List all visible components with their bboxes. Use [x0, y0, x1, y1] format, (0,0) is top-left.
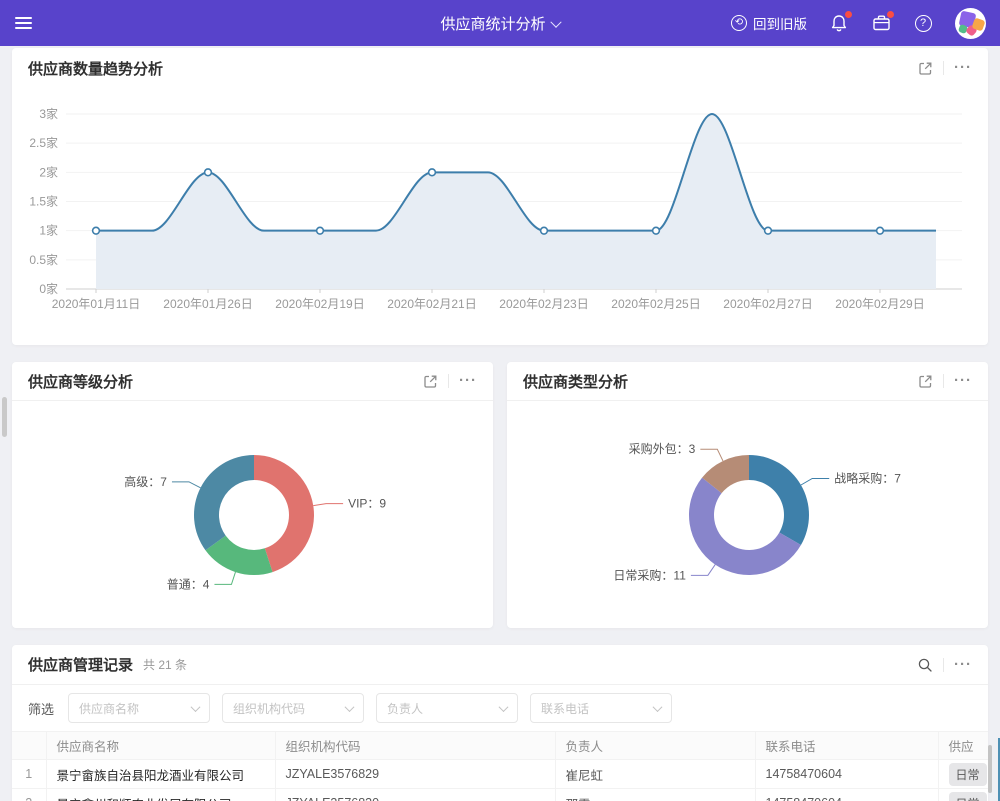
svg-text:0家: 0家 — [39, 281, 58, 296]
svg-text:采购外包：3: 采购外包：3 — [629, 441, 696, 456]
supplier-level-donut-chart[interactable]: VIP：9 普通：4 高级：7 — [12, 401, 493, 627]
supplier-table: 供应商名称 组织机构代码 负责人 联系电话 供应 1 景宁畲族自治县阳龙酒业有限… — [12, 731, 988, 801]
cell-org-code: JZYALE3576829 — [275, 760, 555, 789]
type-card-title: 供应商类型分析 — [523, 371, 628, 392]
chevron-down-icon — [191, 702, 201, 712]
filter-placeholder: 组织机构代码 — [233, 700, 346, 717]
notifications-button[interactable] — [829, 13, 849, 33]
svg-text:2.5家: 2.5家 — [29, 135, 58, 150]
svg-text:2020年01月26日: 2020年01月26日 — [163, 297, 252, 311]
search-icon[interactable] — [917, 657, 933, 673]
top-navbar: 供应商统计分析 ⟲ 回到旧版 — [0, 0, 1000, 46]
divider — [943, 61, 944, 75]
tasks-badge — [887, 11, 894, 18]
svg-text:2020年02月21日: 2020年02月21日 — [387, 297, 476, 311]
col-phone: 联系电话 — [755, 732, 938, 760]
svg-text:3家: 3家 — [39, 106, 58, 121]
filter-placeholder: 联系电话 — [541, 700, 654, 717]
col-supplier-type: 供应 — [938, 732, 988, 760]
trend-card-title: 供应商数量趋势分析 — [28, 58, 163, 79]
export-icon[interactable] — [918, 374, 933, 389]
help-icon — [915, 15, 932, 32]
svg-text:普通：4: 普通：4 — [167, 577, 210, 591]
more-icon[interactable] — [954, 63, 972, 73]
table-scrollbar-thumb[interactable] — [988, 745, 992, 793]
page-title: 供应商统计分析 — [440, 16, 545, 33]
cell-supplier-type: 日常 — [938, 760, 988, 789]
table-row[interactable]: 2 景宁畲州和顺农业发展有限公司 JZYALE3576830 邵霞 147584… — [12, 789, 988, 801]
back-to-old-label: 回到旧版 — [753, 13, 807, 33]
more-icon[interactable] — [954, 660, 972, 670]
cell-supplier-type: 日常 — [938, 789, 988, 801]
cell-org-code: JZYALE3576830 — [275, 789, 555, 801]
cell-person: 崔尼虹 — [555, 760, 755, 789]
filter-person-select[interactable]: 负责人 — [376, 693, 518, 723]
filter-org-code-select[interactable]: 组织机构代码 — [222, 693, 364, 723]
chevron-down-icon — [499, 702, 509, 712]
col-index — [12, 732, 46, 760]
notification-badge — [845, 11, 852, 18]
left-scrollbar-thumb[interactable] — [2, 397, 7, 437]
divider — [943, 658, 944, 672]
type-tag: 日常 — [949, 763, 987, 786]
svg-text:2020年02月19日: 2020年02月19日 — [275, 297, 364, 311]
filter-supplier-name-select[interactable]: 供应商名称 — [68, 693, 210, 723]
cell-supplier-name: 景宁畲州和顺农业发展有限公司 — [46, 789, 275, 801]
back-to-old-version-button[interactable]: ⟲ 回到旧版 — [731, 13, 807, 33]
export-icon[interactable] — [918, 61, 933, 76]
col-person: 负责人 — [555, 732, 755, 760]
filter-placeholder: 负责人 — [387, 700, 500, 717]
table-header-row: 供应商名称 组织机构代码 负责人 联系电话 供应 — [12, 732, 988, 760]
supplier-records-card: 供应商管理记录 共 21 条 筛选 供应商名称 组织机构代码 负责人 — [12, 645, 988, 801]
svg-text:战略采购：7: 战略采购：7 — [834, 471, 901, 486]
back-icon: ⟲ — [731, 15, 747, 31]
filter-placeholder: 供应商名称 — [79, 700, 192, 717]
more-icon[interactable] — [459, 376, 477, 386]
more-icon[interactable] — [954, 376, 972, 386]
svg-text:2020年02月25日: 2020年02月25日 — [611, 297, 700, 311]
col-supplier-name: 供应商名称 — [46, 732, 275, 760]
svg-text:2020年01月11日: 2020年01月11日 — [52, 297, 141, 311]
cell-phone: 14758470604 — [755, 789, 938, 801]
divider — [943, 374, 944, 388]
filter-bar: 筛选 供应商名称 组织机构代码 负责人 联系电话 — [12, 685, 988, 731]
cell-phone: 14758470604 — [755, 760, 938, 789]
row-index: 2 — [12, 789, 46, 801]
svg-text:2020年02月29日: 2020年02月29日 — [835, 297, 924, 311]
svg-text:1家: 1家 — [39, 223, 58, 238]
record-count: 共 21 条 — [143, 656, 187, 673]
col-org-code: 组织机构代码 — [275, 732, 555, 760]
divider — [448, 374, 449, 388]
chevron-down-icon — [653, 702, 663, 712]
cell-supplier-name: 景宁畲族自治县阳龙酒业有限公司 — [46, 760, 275, 789]
svg-text:高级：7: 高级：7 — [124, 474, 167, 489]
help-button[interactable] — [913, 13, 933, 33]
svg-text:2家: 2家 — [39, 164, 58, 179]
supplier-type-donut-chart[interactable]: 战略采购：7 日常采购：11 采购外包：3 — [507, 401, 988, 627]
trend-chart-card: 供应商数量趋势分析 0家 0.5家 1家 1.5家 2家 2.5家 3家 2020年01月11… — [12, 48, 988, 345]
level-chart-card: 供应商等级分析 VIP：9 普通：4 高级：7 — [12, 362, 493, 628]
svg-text:VIP：9: VIP：9 — [348, 497, 386, 511]
user-avatar[interactable] — [955, 8, 986, 39]
type-tag: 日常 — [949, 792, 987, 801]
filter-phone-select[interactable]: 联系电话 — [530, 693, 672, 723]
chevron-down-icon — [345, 702, 355, 712]
table-card-title: 供应商管理记录 — [28, 654, 133, 675]
export-icon[interactable] — [423, 374, 438, 389]
level-card-title: 供应商等级分析 — [28, 371, 133, 392]
supplier-trend-line-chart[interactable]: 0家 0.5家 1家 1.5家 2家 2.5家 3家 2020年01月11日 2020年01月2… — [12, 96, 988, 314]
type-chart-card: 供应商类型分析 战略采购：7 日常采购：11 采购外包：3 — [507, 362, 988, 628]
svg-text:2020年02月23日: 2020年02月23日 — [499, 297, 588, 311]
svg-text:2020年02月27日: 2020年02月27日 — [723, 297, 812, 311]
svg-text:0.5家: 0.5家 — [29, 252, 58, 267]
tasks-button[interactable] — [871, 13, 891, 33]
filter-label: 筛选 — [28, 699, 54, 718]
cell-person: 邵霞 — [555, 789, 755, 801]
table-row[interactable]: 1 景宁畲族自治县阳龙酒业有限公司 JZYALE3576829 崔尼虹 1475… — [12, 760, 988, 789]
svg-text:日常采购：11: 日常采购：11 — [613, 567, 686, 582]
row-index: 1 — [12, 760, 46, 789]
chevron-down-icon — [550, 16, 561, 27]
svg-text:1.5家: 1.5家 — [29, 194, 58, 209]
